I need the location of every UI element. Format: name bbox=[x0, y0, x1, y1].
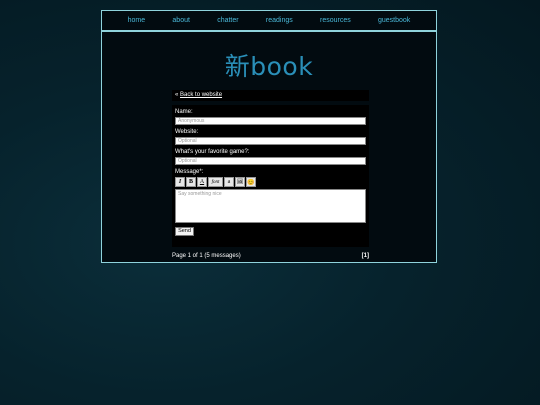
pagination: Page 1 of 1 (5 messages) [1] bbox=[172, 253, 369, 259]
name-input[interactable]: Anonymous bbox=[175, 117, 366, 125]
back-to-website-link[interactable]: Back to website bbox=[180, 92, 222, 98]
favorite-game-input[interactable]: Optional bbox=[175, 157, 366, 165]
site-logo: 新book bbox=[224, 52, 314, 81]
message-textarea[interactable]: Say something nice bbox=[175, 189, 366, 223]
back-bar: « Back to website bbox=[172, 90, 369, 101]
nav-guestbook[interactable]: guestbook bbox=[378, 17, 410, 24]
nav-home[interactable]: home bbox=[128, 17, 146, 24]
name-label: Name: bbox=[175, 109, 193, 115]
emoji-icon[interactable]: 😊 bbox=[246, 177, 256, 187]
website-label: Website: bbox=[175, 129, 199, 135]
nav-about[interactable]: about bbox=[172, 17, 190, 24]
font-button[interactable]: font bbox=[208, 177, 223, 187]
guestbook-form: Name: Anonymous Website: Optional What's… bbox=[172, 105, 369, 247]
page-summary: Page 1 of 1 (5 messages) bbox=[172, 253, 241, 259]
nav-resources[interactable]: resources bbox=[320, 17, 351, 24]
format-toolbar: I B A font a 🖼 😊 bbox=[175, 177, 366, 187]
top-nav: home about chatter readings resources gu… bbox=[102, 11, 436, 32]
website-input[interactable]: Optional bbox=[175, 137, 366, 145]
italic-button[interactable]: I bbox=[175, 177, 185, 187]
size-button[interactable]: a bbox=[224, 177, 234, 187]
message-label: Message*: bbox=[175, 169, 204, 175]
image-icon[interactable]: 🖼 bbox=[235, 177, 245, 187]
page-link-1[interactable]: [1] bbox=[362, 253, 369, 259]
nav-readings[interactable]: readings bbox=[266, 17, 293, 24]
favorite-game-label: What's your favorite game?: bbox=[175, 149, 250, 155]
send-button[interactable]: Send bbox=[175, 227, 194, 236]
back-arrow-icon: « bbox=[175, 92, 179, 98]
guestbook-frame: home about chatter readings resources gu… bbox=[101, 10, 437, 263]
nav-chatter[interactable]: chatter bbox=[217, 17, 238, 24]
color-button[interactable]: A bbox=[197, 177, 207, 187]
bold-button[interactable]: B bbox=[186, 177, 196, 187]
